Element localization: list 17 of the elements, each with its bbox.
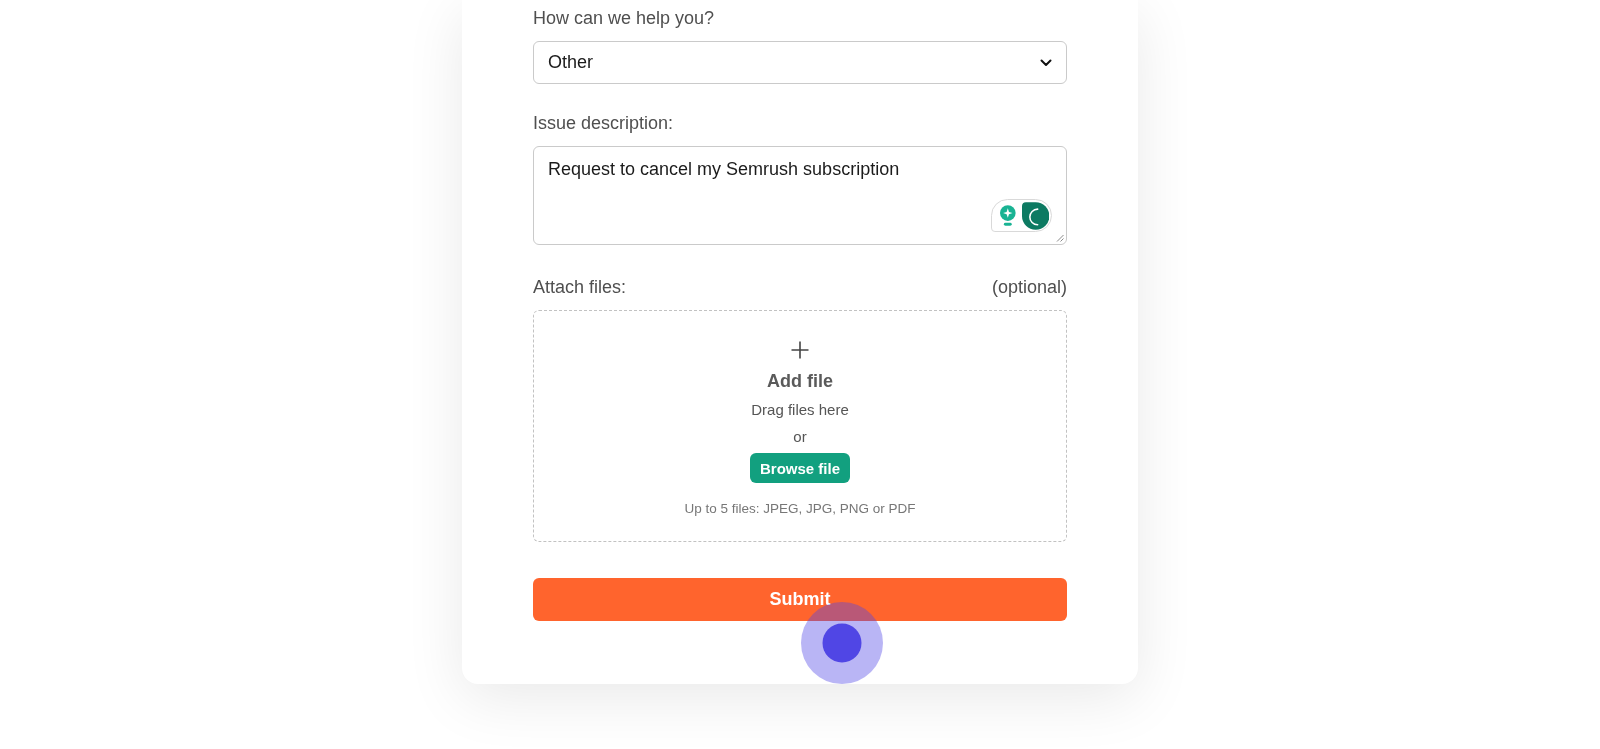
assistant-widget[interactable]	[991, 199, 1052, 232]
optional-note: (optional)	[991, 277, 1067, 298]
plus-icon	[790, 340, 810, 360]
crescent-icon	[1021, 201, 1049, 230]
add-file-title: Add file	[767, 370, 833, 392]
field-label: Issue description:	[533, 113, 675, 134]
drag-hint: Drag files here	[751, 400, 849, 420]
topic-select[interactable]: Other	[533, 41, 1067, 84]
lightbulb-icon	[999, 204, 1017, 227]
resize-handle-icon[interactable]	[1056, 234, 1064, 242]
file-limits-note: Up to 5 files: JPEG, JPG, PNG or PDF	[684, 500, 916, 518]
file-drop-zone[interactable]: Add file Drag files here or Browse file Up to 5 files: JPEG, JPG, PNG or PDF	[533, 310, 1067, 542]
chevron-down-icon	[1040, 58, 1052, 67]
field-label: How can we help you?	[533, 8, 716, 29]
description-field[interactable]: Request to cancel my Semrush subscription	[533, 146, 1067, 245]
or-separator: or	[793, 427, 807, 447]
field-label: Attach files:	[533, 277, 627, 298]
